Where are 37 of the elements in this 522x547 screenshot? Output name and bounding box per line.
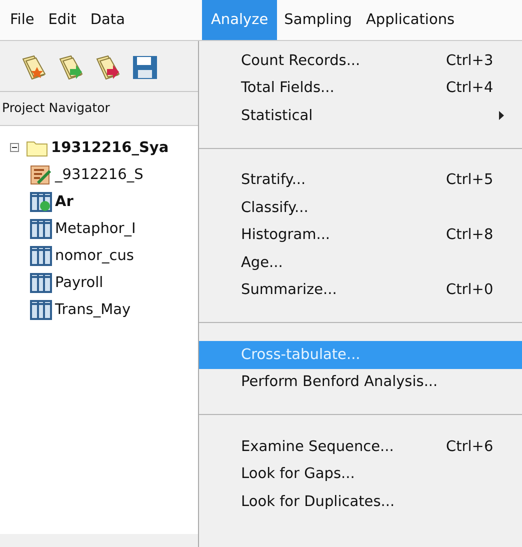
tree-item[interactable]: _9312216_S	[55, 166, 144, 182]
table-icon	[30, 192, 52, 212]
table-icon	[30, 218, 52, 238]
menu-item[interactable]: Applications	[359, 0, 462, 40]
menu-item[interactable]: Data	[83, 0, 132, 40]
folder-icon[interactable]	[57, 53, 85, 81]
menu-item[interactable]: Edit	[41, 0, 84, 40]
tree-item[interactable]: 19312216_Sya	[51, 140, 169, 156]
menu-item[interactable]: Summarize... Ctrl+0	[199, 276, 522, 304]
tree-item[interactable]: Payroll	[55, 274, 104, 290]
menu-item[interactable]: Count Records... Ctrl+3	[199, 47, 522, 74]
tree-item[interactable]: nomor_cus	[55, 248, 134, 264]
tree-item[interactable]: Ar	[55, 194, 74, 210]
menu-item[interactable]: Statistical	[199, 102, 522, 130]
folder-icon	[26, 138, 48, 156]
menu-item[interactable]: Sampling	[277, 0, 359, 40]
submenu-arrow-icon	[499, 111, 504, 120]
menu-item[interactable]: Total Fields... Ctrl+4	[199, 74, 522, 102]
tree-item[interactable]: Metaphor_I	[55, 220, 136, 236]
menu-item[interactable]: Histogram... Ctrl+8	[199, 222, 522, 249]
menu-item[interactable]: Classify...	[199, 194, 522, 222]
tree-item[interactable]: Trans_May	[55, 302, 131, 318]
menu-item[interactable]: Stratify... Ctrl+5	[199, 166, 522, 194]
menu-item[interactable]: Look for Duplicates...	[199, 488, 522, 516]
menu-item[interactable]: Examine Sequence... Ctrl+6	[199, 433, 522, 460]
menu-item[interactable]: File	[3, 0, 42, 40]
menu-item[interactable]: Age...	[199, 249, 522, 276]
folder-icon[interactable]	[20, 53, 48, 81]
table-icon	[30, 300, 52, 320]
save-icon[interactable]	[131, 53, 159, 81]
menu-item[interactable]: Look for Gaps...	[199, 460, 522, 488]
script-icon	[30, 164, 52, 184]
menu-item[interactable]: Perform Benford Analysis...	[199, 368, 522, 396]
table-icon	[30, 272, 52, 292]
collapse-icon[interactable]	[10, 143, 19, 152]
folder-icon[interactable]	[94, 53, 122, 81]
table-icon	[30, 246, 52, 266]
